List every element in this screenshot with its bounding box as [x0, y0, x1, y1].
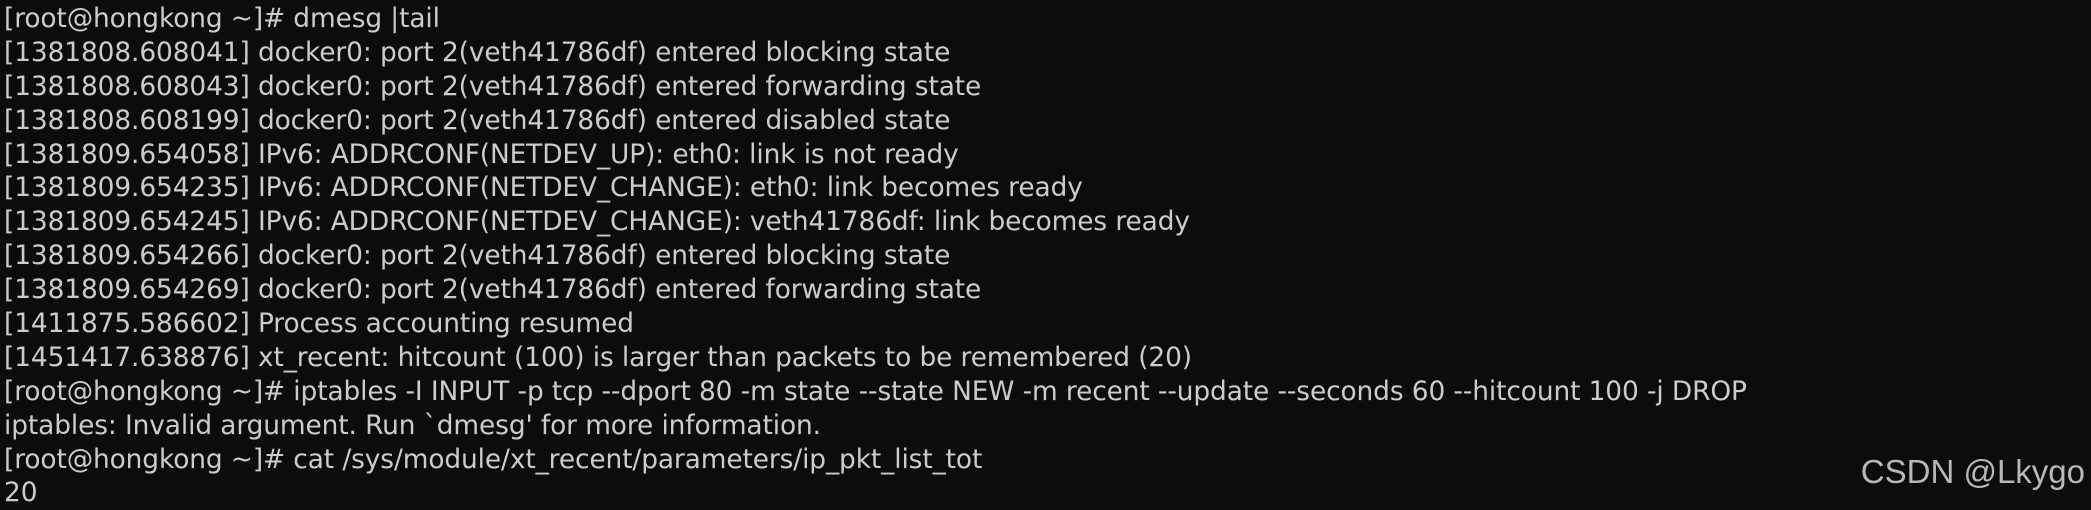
terminal-line: [1451417.638876] xt_recent: hitcount (10… [4, 341, 1192, 373]
terminal-line: [1381809.654266] docker0: port 2(veth417… [4, 240, 951, 272]
terminal-line-error: iptables: Invalid argument. Run `dmesg' … [4, 409, 821, 441]
terminal-line: [1381809.654245] IPv6: ADDRCONF(NETDEV_C… [4, 206, 1190, 238]
terminal-line: [1381808.608043] docker0: port 2(veth417… [4, 70, 982, 102]
terminal-window[interactable]: [root@hongkong ~]# dmesg |tail [1381808.… [0, 0, 2091, 510]
terminal-line-prompt-iptables: [root@hongkong ~]# iptables -I INPUT -p … [4, 375, 1747, 407]
terminal-line: [1381809.654235] IPv6: ADDRCONF(NETDEV_C… [4, 172, 1083, 204]
terminal-line: [1381809.654269] docker0: port 2(veth417… [4, 274, 982, 306]
terminal-line: [1381808.608041] docker0: port 2(veth417… [4, 36, 951, 68]
terminal-line-output: 20 [4, 477, 38, 509]
watermark: CSDN @Lkygo [1860, 453, 2085, 490]
terminal-line: [1381809.654058] IPv6: ADDRCONF(NETDEV_U… [4, 138, 959, 170]
terminal-output[interactable]: [root@hongkong ~]# dmesg |tail [1381808.… [4, 2, 1747, 510]
terminal-line: [1381808.608199] docker0: port 2(veth417… [4, 104, 951, 136]
terminal-line: [1411875.586602] Process accounting resu… [4, 308, 634, 340]
terminal-line-prompt-dmesg: [root@hongkong ~]# dmesg |tail [4, 3, 440, 34]
terminal-line-prompt-cat: [root@hongkong ~]# cat /sys/module/xt_re… [4, 443, 983, 475]
